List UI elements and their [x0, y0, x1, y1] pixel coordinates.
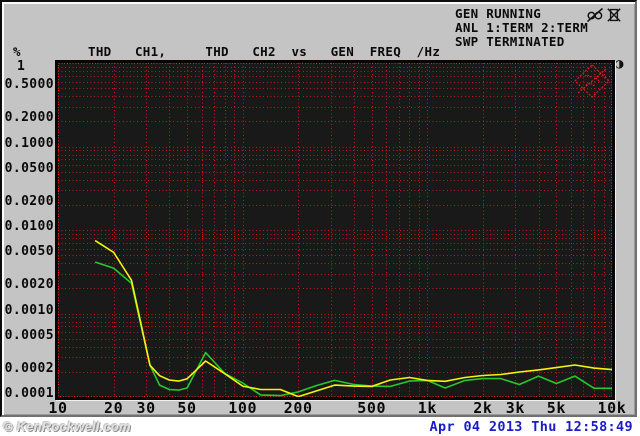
grid-lines — [58, 63, 612, 397]
y-tick-0.0500: 0.0500 — [4, 160, 54, 176]
y-axis-unit-label: % — [13, 44, 21, 59]
y-tick-0.0001: 0.0001 — [4, 386, 54, 401]
trace-lines — [94, 240, 612, 397]
contrast-icon: ◑ — [615, 56, 624, 72]
x-tick-3k: 3k — [505, 399, 526, 417]
status-line-2: SWP TERMINATED — [455, 34, 565, 49]
y-tick-1: 1 — [17, 59, 25, 74]
plot-canvas — [58, 63, 612, 397]
y-tick-0.0010: 0.0010 — [4, 302, 54, 318]
y-tick-0.0100: 0.0100 — [4, 219, 54, 234]
chart-title: THD CH1, THD CH2 vs GEN FREQ /Hz — [88, 44, 441, 59]
y-tick-0.0050: 0.0050 — [4, 244, 54, 260]
trace-thd-ch2 — [94, 261, 612, 397]
x-tick-50: 50 — [177, 399, 197, 417]
rs-logo-icon — [574, 64, 610, 98]
status-line-1: ANL 1:TERM 2:TERM — [455, 20, 589, 35]
y-tick-0.0005: 0.0005 — [4, 327, 54, 343]
x-tick-10: 10 — [48, 399, 68, 417]
y-tick-0.1000: 0.1000 — [4, 135, 54, 151]
y-tick-0.0020: 0.0020 — [4, 277, 54, 293]
status-panel: GEN RUNNING ANL 1:TERM 2:TERM SWP TERMINAT… — [455, 7, 588, 49]
analyzer-screen: GEN RUNNING ANL 1:TERM 2:TERM SWP TERMINAT… — [0, 0, 640, 436]
x-tick-200: 200 — [283, 399, 313, 417]
x-tick-20: 20 — [103, 399, 124, 417]
plot-area — [55, 60, 615, 400]
y-tick-0.2000: 0.2000 — [4, 110, 54, 126]
trace-thd-ch1 — [94, 240, 612, 397]
y-tick-0.0002: 0.0002 — [4, 360, 54, 376]
datetime-stamp: Apr 04 2013 Thu 12:58:49 — [429, 419, 633, 435]
watermark: © KenRockwell.com — [3, 419, 131, 434]
x-tick-100: 100 — [228, 399, 258, 417]
display-off-icon — [607, 8, 621, 22]
y-tick-0.5000: 0.5000 — [4, 77, 54, 93]
speakers-muted-icon — [587, 7, 603, 23]
x-tick-2k: 2k — [473, 399, 493, 417]
x-tick-1k: 1k — [417, 399, 437, 417]
status-line-0: GEN RUNNING — [455, 6, 542, 21]
x-tick-500: 500 — [357, 399, 387, 417]
x-tick-30: 30 — [136, 399, 156, 417]
x-tick-5k: 5k — [546, 399, 567, 417]
x-tick-10k: 10k — [597, 399, 627, 417]
y-tick-0.0200: 0.0200 — [4, 193, 54, 209]
